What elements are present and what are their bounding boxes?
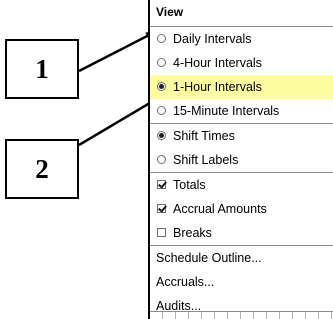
radio-selected-icon (157, 131, 166, 140)
menu-item-4-hour-intervals[interactable]: 4-Hour Intervals (150, 51, 333, 75)
menu-item-daily-intervals[interactable]: Daily Intervals (150, 27, 333, 51)
radio-icon (157, 106, 166, 115)
menu-item-shift-times[interactable]: Shift Times (150, 124, 333, 148)
menu-item-label: 15-Minute Intervals (173, 104, 280, 118)
menu-item-label: Schedule Outline... (156, 251, 262, 265)
menu-item-label: Accruals... (156, 275, 215, 289)
interval-group: Daily Intervals 4-Hour Intervals 1-Hour … (150, 26, 333, 123)
menu-item-accrual-amounts[interactable]: Accrual Amounts (150, 197, 333, 221)
action-group: Schedule Outline... Accruals... Audits..… (150, 245, 333, 318)
check-group: Totals Accrual Amounts Breaks (150, 172, 333, 245)
menu-item-label: Shift Times (173, 129, 235, 143)
menu-item-label: Daily Intervals (173, 32, 252, 46)
radio-selected-icon (157, 82, 166, 91)
menu-item-totals[interactable]: Totals (150, 173, 333, 197)
menu-item-label: Breaks (173, 226, 212, 240)
checkbox-icon (157, 228, 166, 237)
menu-item-label: Totals (173, 178, 206, 192)
view-menu: View Daily Intervals 4-Hour Intervals 1-… (148, 0, 333, 319)
radio-icon (157, 34, 166, 43)
callout-label-2: 2 (5, 139, 79, 199)
checkbox-checked-icon (157, 204, 166, 213)
menu-item-accruals[interactable]: Accruals... (150, 270, 333, 294)
menu-item-shift-labels[interactable]: Shift Labels (150, 148, 333, 172)
menu-title: View (156, 5, 184, 19)
menu-item-label: Shift Labels (173, 153, 239, 167)
checkbox-checked-icon (157, 180, 166, 189)
callout-number: 2 (35, 153, 49, 184)
menu-item-label: 4-Hour Intervals (173, 56, 262, 70)
radio-icon (157, 58, 166, 67)
menu-item-breaks[interactable]: Breaks (150, 221, 333, 245)
menu-item-schedule-outline[interactable]: Schedule Outline... (150, 246, 333, 270)
arrow-1 (78, 30, 156, 73)
menu-item-1-hour-intervals[interactable]: 1-Hour Intervals (150, 75, 333, 99)
callout-label-1: 1 (5, 39, 79, 99)
menu-item-15-minute-intervals[interactable]: 15-Minute Intervals (150, 99, 333, 123)
radio-icon (157, 155, 166, 164)
shift-group: Shift Times Shift Labels (150, 123, 333, 172)
menu-item-label: Accrual Amounts (173, 202, 267, 216)
menu-item-label: 1-Hour Intervals (173, 80, 262, 94)
background-grid-strip (150, 311, 333, 319)
callout-number: 1 (35, 53, 49, 84)
